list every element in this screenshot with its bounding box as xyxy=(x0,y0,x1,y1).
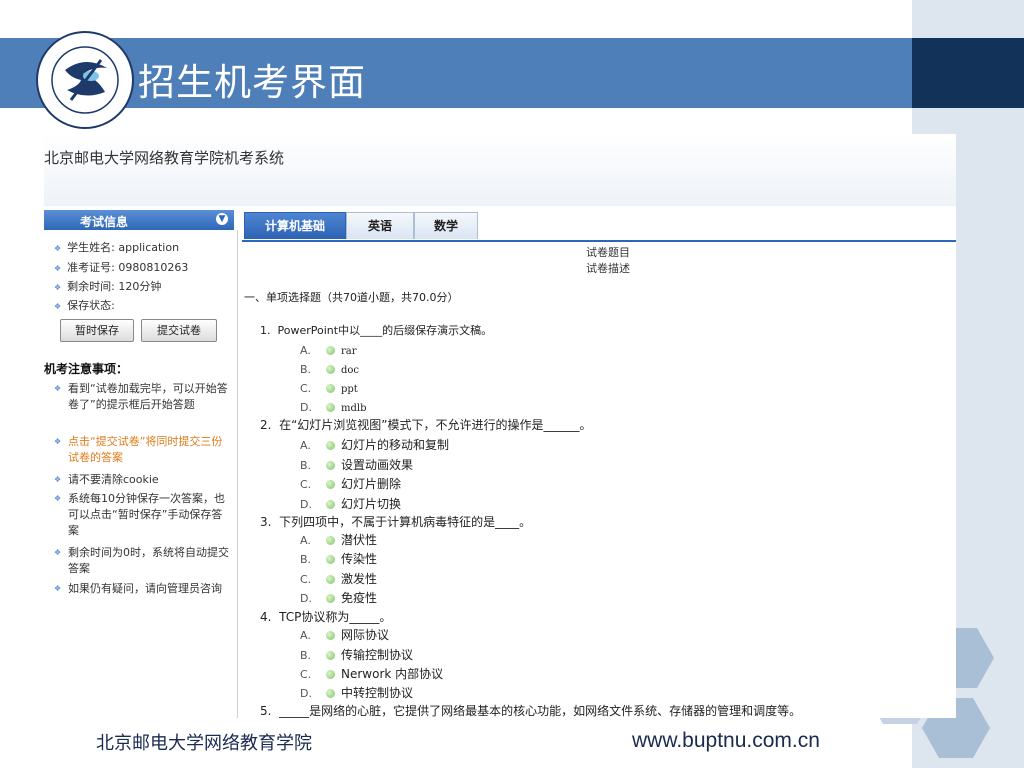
radio-button-icon[interactable] xyxy=(326,594,335,603)
system-header: 北京邮电大学网络教育学院机考系统 xyxy=(44,134,956,206)
radio-button-icon[interactable] xyxy=(326,384,335,393)
option-item[interactable]: C. 幻灯片删除 xyxy=(300,475,401,492)
footer-institution: 北京邮电大学网络教育学院 xyxy=(96,733,312,754)
tab-computer-basics[interactable]: 计算机基础 xyxy=(244,212,346,239)
radio-button-icon[interactable] xyxy=(326,555,335,564)
question-4: 4. TCP协议称为_____。 xyxy=(260,610,392,624)
question-5: 5. _____是网络的心脏，它提供了网络最基本的核心功能，如网络文件系统、存储… xyxy=(260,704,802,718)
notice-item: ❖ 请不要清除cookie xyxy=(54,473,159,486)
slide-header-accent xyxy=(912,38,1024,108)
radio-button-icon[interactable] xyxy=(326,631,335,640)
question-2: 2. 在“幻灯片浏览视图”模式下，不允许进行的操作是______。 xyxy=(260,418,592,432)
option-item[interactable]: D. 幻灯片切换 xyxy=(300,495,401,512)
option-item[interactable]: A. 网际协议 xyxy=(300,626,389,643)
sidebar-divider xyxy=(237,230,238,718)
system-title: 北京邮电大学网络教育学院机考系统 xyxy=(44,149,285,167)
option-item[interactable]: C. 激发性 xyxy=(300,570,377,587)
notice-title: 机考注意事项： xyxy=(44,362,129,376)
paper-heading: 试卷题目 试卷描述 xyxy=(586,245,630,277)
option-item[interactable]: B. 传输控制协议 xyxy=(300,646,413,663)
notice-item: ❖ 剩余时间为0时，系统将自动提交答案 xyxy=(54,546,229,575)
option-item[interactable]: A. 潜伏性 xyxy=(300,531,377,548)
student-name: ❖ 学生姓名: application xyxy=(54,241,180,254)
diamond-bullet-icon: ❖ xyxy=(54,548,62,557)
radio-button-icon[interactable] xyxy=(326,651,335,660)
radio-button-icon[interactable] xyxy=(326,365,335,374)
subject-tabs: 计算机基础 英语 数学 xyxy=(242,210,956,242)
exam-info-header[interactable]: 考试信息 ▼ xyxy=(44,210,234,230)
option-item[interactable]: C. Nerwork 内部协议 xyxy=(300,665,443,682)
submit-exam-button[interactable]: 提交试卷 xyxy=(141,319,217,342)
exam-system-screenshot: 北京邮电大学网络教育学院机考系统 考试信息 ▼ ❖ 学生姓名: applicati… xyxy=(44,134,956,718)
university-logo-icon xyxy=(36,31,134,129)
diamond-bullet-icon: ❖ xyxy=(54,244,62,253)
diamond-bullet-icon: ❖ xyxy=(54,264,62,273)
radio-button-icon[interactable] xyxy=(326,441,335,450)
remaining-time: ❖ 剩余时间: 120分钟 xyxy=(54,280,162,293)
slide-header-band xyxy=(0,38,912,108)
notice-item: ❖ 如果仍有疑问，请向管理员咨询 xyxy=(54,582,222,595)
option-item[interactable]: D. 中转控制协议 xyxy=(300,684,413,701)
exam-info-title: 考试信息 xyxy=(80,215,129,229)
paper-description: 试卷描述 xyxy=(586,262,630,275)
question-1: 1. PowerPoint中以____的后缀保存演示文稿。 xyxy=(260,324,493,337)
option-item[interactable]: B. 设置动画效果 xyxy=(300,456,413,473)
diamond-bullet-icon: ❖ xyxy=(54,494,62,503)
option-item[interactable]: A. 幻灯片的移动和复制 xyxy=(300,436,449,453)
notice-item: ❖ 系统每10分钟保存一次答案，也可以点击“暂时保存”手动保存答案 xyxy=(54,492,225,537)
radio-button-icon[interactable] xyxy=(326,500,335,509)
option-item[interactable]: A. rar xyxy=(300,343,357,357)
question-3: 3. 下列四项中，不属于计算机病毒特征的是____。 xyxy=(260,515,532,529)
tab-math[interactable]: 数学 xyxy=(414,212,478,239)
option-item[interactable]: C. ppt xyxy=(300,381,358,395)
radio-button-icon[interactable] xyxy=(326,575,335,584)
radio-button-icon[interactable] xyxy=(326,689,335,698)
radio-button-icon[interactable] xyxy=(326,403,335,412)
radio-button-icon[interactable] xyxy=(326,461,335,470)
save-button[interactable]: 暂时保存 xyxy=(60,319,134,342)
section-heading: 一、单项选择题（共70道小题，共70.0分） xyxy=(244,291,459,304)
radio-button-icon[interactable] xyxy=(326,346,335,355)
chevron-down-icon[interactable]: ▼ xyxy=(216,213,228,225)
diamond-bullet-icon: ❖ xyxy=(54,437,62,446)
option-item[interactable]: D. mdlb xyxy=(300,400,366,414)
diamond-bullet-icon: ❖ xyxy=(54,384,62,393)
tab-english[interactable]: 英语 xyxy=(346,212,414,239)
notice-item: ❖ 看到“试卷加载完毕，可以开始答卷了”的提示框后开始答题 xyxy=(54,382,228,411)
footer-url: www.buptnu.com.cn xyxy=(632,729,820,752)
diamond-bullet-icon: ❖ xyxy=(54,283,62,292)
ticket-number: ❖ 准考证号: 0980810263 xyxy=(54,261,189,274)
option-item[interactable]: B. 传染性 xyxy=(300,550,377,567)
save-status: ❖ 保存状态: xyxy=(54,299,115,312)
diamond-bullet-icon: ❖ xyxy=(54,302,62,311)
radio-button-icon[interactable] xyxy=(326,670,335,679)
notice-item-highlight: ❖ 点击“提交试卷”将同时提交三份试卷的答案 xyxy=(54,435,223,464)
option-item[interactable]: D. 免疫性 xyxy=(300,589,377,606)
paper-title: 试卷题目 xyxy=(586,246,630,259)
radio-button-icon[interactable] xyxy=(326,536,335,545)
slide-title: 招生机考界面 xyxy=(138,61,366,104)
diamond-bullet-icon: ❖ xyxy=(54,584,62,593)
option-item[interactable]: B. doc xyxy=(300,362,359,376)
radio-button-icon[interactable] xyxy=(326,480,335,489)
diamond-bullet-icon: ❖ xyxy=(54,475,62,484)
